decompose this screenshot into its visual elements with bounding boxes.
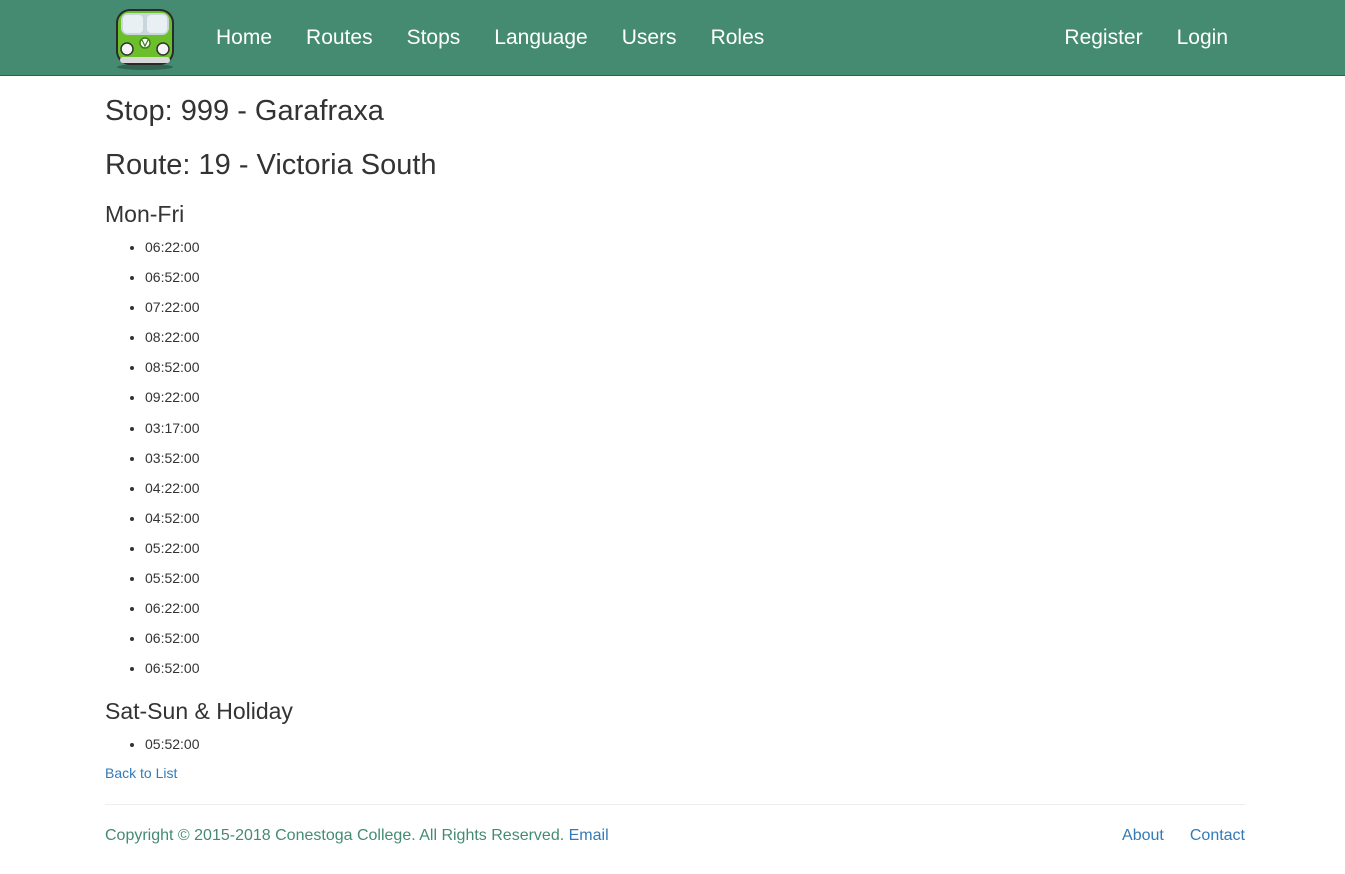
weekday-times-list: 06:22:00 06:52:00 07:22:00 08:22:00 08:5…	[105, 237, 200, 688]
top-navbar: Home Routes Stops Language Users Roles R…	[0, 0, 1345, 76]
about-link[interactable]: About	[1122, 827, 1164, 845]
weekend-heading: Sat-Sun & Holiday	[105, 698, 293, 724]
main-nav: Home Routes Stops Language Users Roles	[199, 0, 781, 76]
nav-routes-link[interactable]: Routes	[289, 0, 390, 76]
time-item: 03:52:00	[145, 448, 200, 478]
nav-language-link[interactable]: Language	[477, 0, 604, 76]
time-item: 06:52:00	[145, 628, 200, 658]
weekday-heading: Mon-Fri	[105, 201, 185, 227]
footer-copyright: Copyright © 2015-2018 Conestoga College.…	[105, 827, 609, 845]
nav-stops-link[interactable]: Stops	[390, 0, 478, 76]
account-nav: Register Login	[1047, 0, 1245, 76]
time-item: 05:22:00	[145, 538, 200, 568]
time-item: 04:52:00	[145, 508, 200, 538]
copyright-text: Copyright © 2015-2018 Conestoga College.…	[105, 827, 565, 844]
email-link[interactable]: Email	[569, 827, 609, 844]
stop-heading: Stop: 999 - Garafraxa	[105, 95, 384, 127]
contact-link[interactable]: Contact	[1190, 827, 1245, 845]
time-item: 08:52:00	[145, 357, 200, 387]
time-item: 07:22:00	[145, 297, 200, 327]
back-to-list-link[interactable]: Back to List	[105, 765, 177, 781]
time-item: 06:22:00	[145, 237, 200, 267]
time-item: 05:52:00	[145, 734, 200, 764]
time-item: 03:17:00	[145, 418, 200, 448]
time-item: 06:22:00	[145, 598, 200, 628]
green-van-icon[interactable]	[110, 3, 180, 71]
time-item: 06:52:00	[145, 658, 200, 688]
route-heading: Route: 19 - Victoria South	[105, 149, 437, 181]
footer-divider	[105, 804, 1245, 805]
weekend-times-list: 05:52:00	[105, 734, 200, 764]
nav-users-link[interactable]: Users	[605, 0, 694, 76]
time-item: 08:22:00	[145, 327, 200, 357]
time-item: 04:22:00	[145, 478, 200, 508]
nav-register-link[interactable]: Register	[1047, 0, 1159, 76]
footer-links: About Contact	[1096, 827, 1245, 845]
nav-home-link[interactable]: Home	[199, 0, 289, 76]
time-item: 09:22:00	[145, 387, 200, 417]
nav-login-link[interactable]: Login	[1160, 0, 1245, 76]
time-item: 06:52:00	[145, 267, 200, 297]
time-item: 05:52:00	[145, 568, 200, 598]
nav-roles-link[interactable]: Roles	[694, 0, 782, 76]
